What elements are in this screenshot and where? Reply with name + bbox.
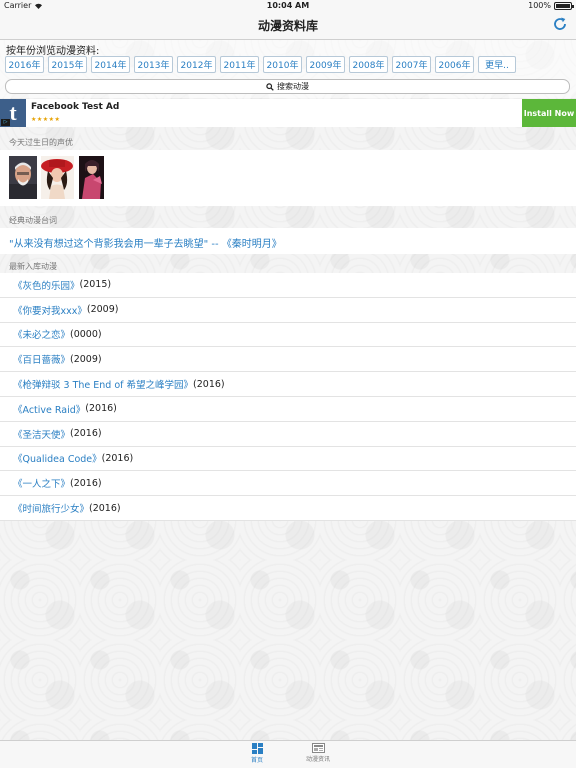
year-button-2015[interactable]: 2015年 [48, 56, 87, 73]
year-button-2014[interactable]: 2014年 [91, 56, 130, 73]
list-item[interactable]: 《灰色的乐园》 (2015) [0, 273, 576, 298]
quote-panel: "从来没有想过这个背影我会用一辈子去眺望" -- 《秦时明月》 [0, 228, 576, 254]
anime-title[interactable]: 《一人之下》 [13, 476, 70, 490]
ad-logo-letter: t [9, 100, 17, 125]
anime-title[interactable]: 《枪弹辩驳 3 The End of 希望之峰学园》 [13, 377, 193, 391]
list-item[interactable]: 《圣洁天使》 (2016) [0, 422, 576, 447]
anime-year: (2009) [70, 353, 102, 365]
year-buttons: 2016年 2015年 2014年 2013年 2012年 2011年 2010… [5, 56, 516, 73]
anime-year: (2015) [79, 279, 112, 291]
anime-year: (2016) [70, 428, 102, 440]
list-item[interactable]: 《你要对我xxx》 (2009) [0, 298, 576, 323]
ad-banner[interactable]: t ▷ Facebook Test Ad ★★★★★ Install Now [0, 99, 576, 127]
birthday-section-header: 今天过生日的声优 [9, 138, 73, 147]
anime-year: (2009) [86, 304, 119, 316]
year-button-2010[interactable]: 2010年 [263, 56, 302, 73]
anime-title[interactable]: 《时间旅行少女》 [13, 501, 89, 515]
year-button-2006[interactable]: 2006年 [435, 56, 474, 73]
battery-level [556, 3, 570, 8]
newspaper-icon [311, 743, 325, 753]
battery-percent: 100% [528, 1, 551, 10]
refresh-icon[interactable] [552, 16, 568, 32]
anime-title[interactable]: 《未必之恋》 [13, 327, 70, 341]
anime-year: (0000) [70, 328, 102, 340]
anime-title[interactable]: 《圣洁天使》 [13, 427, 70, 441]
latest-anime-list: 《灰色的乐园》 (2015) 《你要对我xxx》 (2009) 《未必之恋》 (000… [0, 273, 576, 521]
ad-choices-icon: ▷ [1, 119, 10, 126]
voice-actor-avatar[interactable] [41, 156, 74, 199]
anime-title[interactable]: 《Qualidea Code》 [13, 451, 102, 465]
navigation-bar: 动漫资料库 [0, 12, 576, 40]
status-right: 100% [528, 1, 574, 10]
year-button-2009[interactable]: 2009年 [306, 56, 345, 73]
clock: 10:04 AM [266, 1, 310, 10]
list-item[interactable]: 《时间旅行少女》 (2016) [0, 496, 576, 521]
tab-bar: 首页 动漫资讯 [0, 740, 576, 768]
list-item[interactable]: 《Qualidea Code》 (2016) [0, 447, 576, 472]
year-browse-label: 按年份浏览动漫资料: [6, 46, 100, 57]
anime-title[interactable]: 《你要对我xxx》 [13, 303, 87, 317]
grid-icon [251, 743, 263, 754]
ad-title: Facebook Test Ad [31, 102, 120, 112]
year-button-2016[interactable]: 2016年 [5, 56, 44, 73]
list-item[interactable]: 《一人之下》 (2016) [0, 471, 576, 497]
birthday-avatars [0, 150, 576, 206]
battery-icon [554, 1, 574, 10]
anime-title[interactable]: 《百日蔷薇》 [13, 352, 70, 366]
status-bar: Carrier 10:04 AM 100% [0, 0, 576, 12]
year-button-2007[interactable]: 2007年 [392, 56, 431, 73]
anime-title[interactable]: 《Active Raid》 [13, 402, 85, 416]
search-icon [266, 82, 274, 91]
list-item[interactable]: 《枪弹辩驳 3 The End of 希望之峰学园》 (2016) [0, 372, 576, 397]
tab-home[interactable]: 首页 [227, 743, 287, 764]
quote-section-header: 经典动漫台词 [9, 216, 57, 225]
tab-home-label: 首页 [250, 757, 263, 764]
ad-logo: t ▷ [0, 99, 26, 127]
search-button[interactable]: 搜索动漫 [5, 79, 570, 94]
anime-year: (2016) [70, 477, 102, 489]
ad-rating-stars: ★★★★★ [31, 116, 61, 123]
voice-actor-avatar[interactable] [79, 156, 104, 199]
anime-year: (2016) [89, 502, 121, 514]
ad-install-button[interactable]: Install Now [522, 99, 576, 127]
year-button-2011[interactable]: 2011年 [220, 56, 259, 73]
list-item[interactable]: 《Active Raid》 (2016) [0, 397, 576, 422]
anime-year: (2016) [101, 452, 134, 464]
list-item[interactable]: 《百日蔷薇》 (2009) [0, 347, 576, 373]
tab-news[interactable]: 动漫资讯 [288, 743, 348, 763]
list-item[interactable]: 《未必之恋》 (0000) [0, 323, 576, 348]
anime-year: (2016) [85, 403, 117, 415]
search-button-label: 搜索动漫 [277, 82, 309, 91]
tab-news-label: 动漫资讯 [305, 756, 330, 763]
page-title: 动漫资料库 [257, 19, 318, 33]
anime-title[interactable]: 《灰色的乐园》 [13, 278, 80, 292]
year-button-more[interactable]: 更早.. [478, 56, 516, 73]
year-button-2012[interactable]: 2012年 [177, 56, 216, 73]
quote-link[interactable]: "从来没有想过这个背影我会用一辈子去眺望" -- 《秦时明月》 [9, 235, 282, 250]
anime-year: (2016) [193, 378, 225, 390]
year-button-2008[interactable]: 2008年 [349, 56, 388, 73]
year-button-2013[interactable]: 2013年 [134, 56, 173, 73]
voice-actor-avatar[interactable] [9, 156, 37, 199]
